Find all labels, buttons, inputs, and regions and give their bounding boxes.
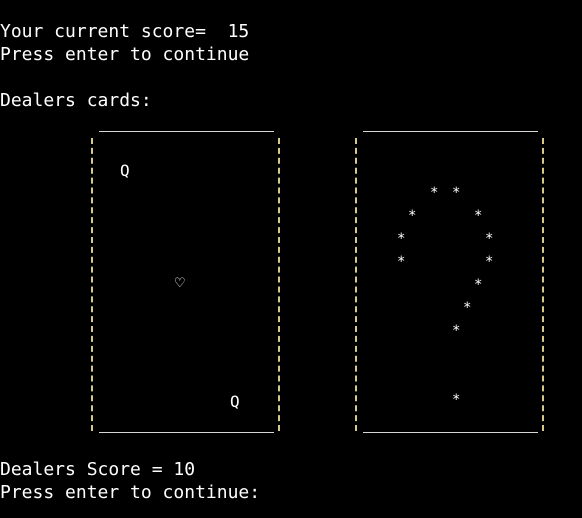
card-rank-top: Q	[120, 161, 130, 180]
asterisk-glyph: *	[452, 392, 461, 408]
card-left-border	[91, 138, 93, 431]
asterisk-glyph: *	[397, 254, 406, 270]
asterisk-glyph: *	[430, 185, 439, 201]
asterisk-glyph: *	[408, 208, 417, 224]
terminal-window[interactable]: Your current score= 15 Press enter to co…	[0, 0, 582, 518]
card-bottom-border	[363, 432, 538, 433]
asterisk-glyph: *	[474, 208, 483, 224]
card-top-border	[363, 131, 538, 132]
card-top-border	[99, 131, 274, 132]
asterisk-glyph: *	[463, 300, 472, 316]
asterisk-glyph: *	[452, 323, 461, 339]
continue-prompt: Press enter to continue	[0, 44, 250, 65]
dealers-cards-label: Dealers cards:	[0, 90, 152, 111]
asterisk-glyph: *	[452, 185, 461, 201]
heart-suit-icon: ♡	[175, 273, 185, 292]
card-rank-bottom: Q	[230, 392, 240, 411]
card-right-border	[542, 138, 544, 431]
asterisk-glyph: *	[485, 231, 494, 247]
card-left-border	[355, 138, 357, 431]
continue-prompt-final: Press enter to continue:	[0, 482, 261, 503]
card-bottom-border	[99, 432, 274, 433]
dealer-score-line: Dealers Score = 10	[0, 459, 196, 480]
score-line: Your current score= 15	[0, 21, 250, 42]
asterisk-glyph: *	[485, 254, 494, 270]
asterisk-glyph: *	[474, 277, 483, 293]
card-right-border	[278, 138, 280, 431]
asterisk-glyph: *	[397, 231, 406, 247]
